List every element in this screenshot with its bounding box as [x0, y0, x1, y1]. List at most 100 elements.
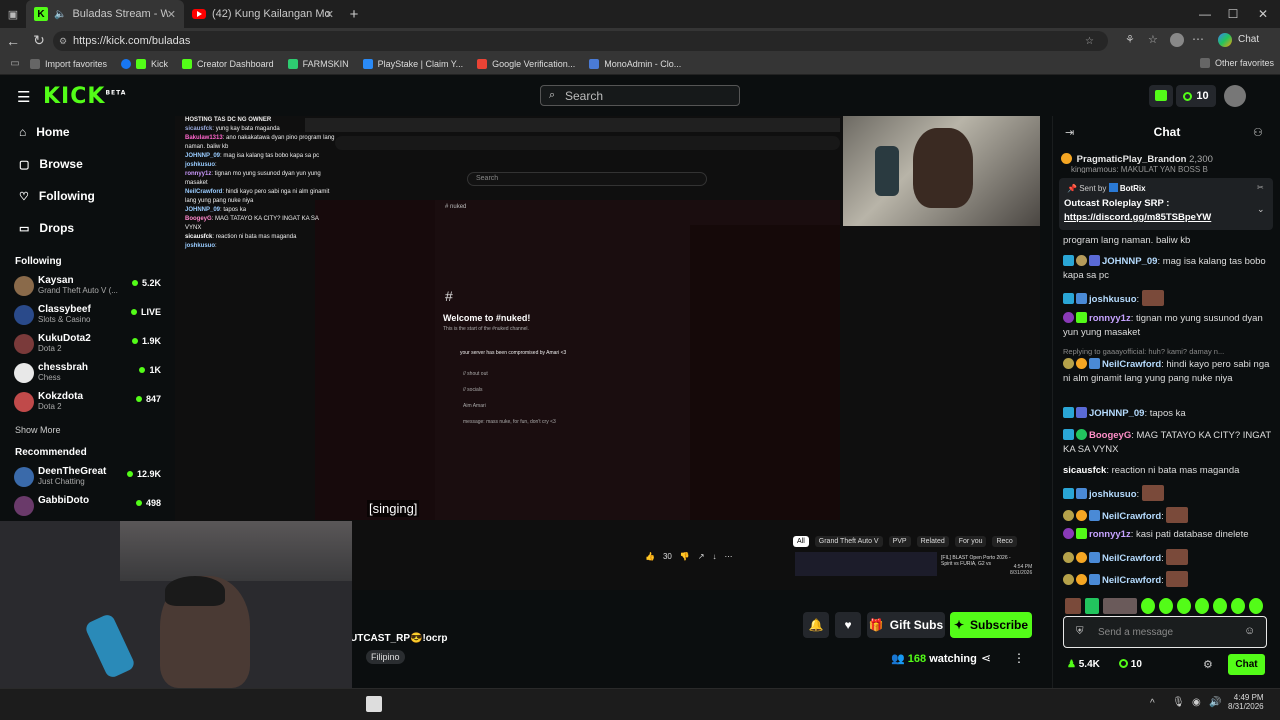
tab-actions-icon[interactable]: ▣: [0, 8, 26, 21]
channel-kukudota2[interactable]: KukuDota2 Dota 2 1.9K: [0, 330, 175, 359]
chat-users-icon[interactable]: ⚇: [1253, 126, 1263, 139]
facebook-icon: [121, 58, 132, 69]
inner-chat-user: BoogeyG: [185, 216, 212, 222]
close-tab-icon[interactable]: ✕: [325, 8, 334, 21]
profile-avatar[interactable]: [1170, 33, 1184, 47]
verified-badge-icon: [1089, 358, 1100, 369]
maximize-button[interactable]: ☐: [1216, 0, 1250, 28]
copilot-icon: [1218, 33, 1232, 47]
clock-date: 8/31/2026: [1228, 702, 1264, 711]
other-favorites[interactable]: Other favorites: [1200, 58, 1274, 68]
sidebar-item-home[interactable]: ⌂ Home: [0, 116, 175, 148]
emote-icon: [1141, 598, 1155, 614]
network-icon[interactable]: ◉: [1192, 697, 1201, 708]
kick-logo[interactable]: KICKBETA: [43, 84, 126, 109]
user-avatar[interactable]: [1224, 85, 1246, 107]
url-field[interactable]: ⚙ https://kick.com/buladas ☆: [53, 31, 1108, 51]
volume-icon[interactable]: 🔊: [1209, 697, 1221, 708]
gift-leaderboard[interactable]: PragmaticPlay_Brandon 2,300: [1061, 153, 1277, 165]
favorites-icon[interactable]: ☆: [1148, 33, 1158, 46]
channel-kaysan[interactable]: Kaysan Grand Theft Auto V (... 5.2K: [0, 272, 175, 301]
subscribe-button[interactable]: ✦ Subscribe: [950, 612, 1032, 638]
message-user[interactable]: BoogeyG: [1089, 430, 1131, 441]
tab-kick[interactable]: K 🔈 Buladas Stream - Watch Live o ✕: [26, 0, 184, 28]
emote-row: [1065, 598, 1263, 614]
back-icon[interactable]: ←: [0, 33, 26, 49]
channel-chessbrah[interactable]: chessbrah Chess 1K: [0, 359, 175, 388]
tray-chevron-icon[interactable]: ^: [1150, 698, 1155, 709]
pinned-message-card[interactable]: 📌 Sent by BotRix ✂ Outcast Roleplay SRP …: [1059, 178, 1273, 230]
gift-subs-button[interactable]: 🎁 Gift Subs: [867, 612, 945, 638]
close-tab-icon[interactable]: ✕: [167, 8, 176, 21]
bookmark-label: FARMSKIN: [302, 58, 349, 69]
reader-icon[interactable]: ☆: [1085, 36, 1094, 47]
bookmark-import[interactable]: Import favorites: [30, 58, 107, 69]
message-user[interactable]: NeilCrawford: [1102, 553, 1161, 564]
system-clock[interactable]: 4:49 PM 8/31/2026: [1228, 693, 1264, 711]
message-user[interactable]: joshkusuo: [1089, 294, 1137, 305]
discord-window: # nuked # Welcome to #nuked! This is the…: [315, 200, 840, 520]
folder-icon: [1200, 58, 1210, 68]
message-user[interactable]: JOHNNP_09: [1102, 256, 1157, 267]
sidebar-toggle-icon[interactable]: ▭: [0, 58, 30, 69]
reload-icon[interactable]: ↻: [26, 32, 52, 49]
channel-deenthegreat[interactable]: DeenTheGreat Just Chatting 12.9K: [0, 463, 175, 492]
message-user[interactable]: ronnyy1z: [1089, 313, 1131, 324]
kick-icon: [182, 58, 193, 69]
chat-settings-gear-icon[interactable]: ⚙: [1203, 658, 1213, 671]
bookmark-google-verification[interactable]: Google Verification...: [477, 58, 575, 69]
gift-badge-icon: [1076, 358, 1087, 369]
chat-input[interactable]: ⛨ Send a message ☺: [1063, 616, 1267, 648]
notification-bell-button[interactable]: 🔔: [803, 612, 829, 638]
message-user[interactable]: NeilCrawford: [1102, 511, 1161, 522]
sidebar-item-drops[interactable]: ▭ Drops: [0, 212, 175, 244]
bookmark-creator-dashboard[interactable]: Creator Dashboard: [182, 58, 274, 69]
more-menu-icon[interactable]: ⋯: [1192, 32, 1204, 46]
share-icon[interactable]: ⋖: [981, 651, 991, 665]
sidebar-item-following[interactable]: ♡ Following: [0, 180, 175, 212]
microphone-icon[interactable]: 🎙: [1172, 697, 1185, 708]
sidebar-item-browse[interactable]: ▢ Browse: [0, 148, 175, 180]
profile-chat-label[interactable]: Chat: [1238, 34, 1259, 45]
og-badge-icon: [1063, 574, 1074, 585]
emote-icon: [1177, 598, 1191, 614]
kicks-balance-button[interactable]: 10: [1176, 85, 1216, 107]
message-user[interactable]: NeilCrawford: [1102, 359, 1161, 370]
following-header: Following: [15, 256, 62, 267]
search-input[interactable]: ⌕ Search: [540, 85, 740, 106]
message-user[interactable]: ronnyy1z: [1089, 529, 1131, 540]
language-tag[interactable]: Filipino: [366, 650, 405, 664]
tab-youtube[interactable]: (42) Kung Kailangan Mo Ako - Rey ✕: [184, 0, 342, 28]
message-user[interactable]: NeilCrawford: [1102, 575, 1161, 586]
channel-classybeef[interactable]: Classybeef Slots & Casino LIVE: [0, 301, 175, 330]
bookmark-monoadmin[interactable]: MonoAdmin - Clo...: [589, 58, 681, 69]
close-window-button[interactable]: ✕: [1246, 0, 1280, 28]
hamburger-menu-icon[interactable]: ☰: [17, 88, 30, 106]
video-player[interactable]: Search # nuked # Welcome to #nuked! This…: [175, 116, 1040, 522]
download-icon: ↓: [712, 552, 717, 561]
site-info-icon[interactable]: ⚙: [59, 36, 67, 47]
channel-kokzdota[interactable]: Kokzdota Dota 2 847: [0, 388, 175, 417]
bookmark-kick[interactable]: Kick: [121, 58, 168, 69]
message-user[interactable]: joshkusuo: [1089, 489, 1137, 500]
chat-partial-message: kingmamous: MAKULAT YAN BOSS B: [1071, 165, 1208, 173]
inner-chat-line: joshkusuo:: [185, 242, 335, 251]
follow-button[interactable]: ♥: [835, 612, 861, 638]
message-user[interactable]: sicausfck: [1063, 465, 1106, 476]
creator-dashboard-button[interactable]: [1149, 85, 1173, 107]
pinned-link[interactable]: https://discord.gg/m85TSBpeYW: [1064, 212, 1211, 223]
taskbar-app-icon[interactable]: [366, 696, 382, 712]
emoji-icon[interactable]: ☺: [1244, 625, 1255, 637]
inner-chat-user: sicausfck: [185, 234, 213, 240]
unpin-icon[interactable]: ✂: [1257, 183, 1264, 192]
info-icon[interactable]: ⋮: [1013, 651, 1025, 665]
channel-gabbidoto[interactable]: GabbiDoto 498: [0, 492, 175, 521]
chat-send-button[interactable]: Chat: [1228, 654, 1265, 675]
chevron-down-icon[interactable]: ⌄: [1257, 204, 1265, 215]
extensions-icon[interactable]: ⚘: [1125, 33, 1135, 46]
bookmark-farmskin[interactable]: FARMSKIN: [287, 58, 349, 69]
message-user[interactable]: JOHNNP_09: [1089, 408, 1144, 419]
show-more-link[interactable]: Show More: [0, 417, 175, 443]
bookmark-playstake[interactable]: PlayStake | Claim Y...: [362, 58, 463, 69]
new-tab-button[interactable]: +: [342, 6, 366, 23]
